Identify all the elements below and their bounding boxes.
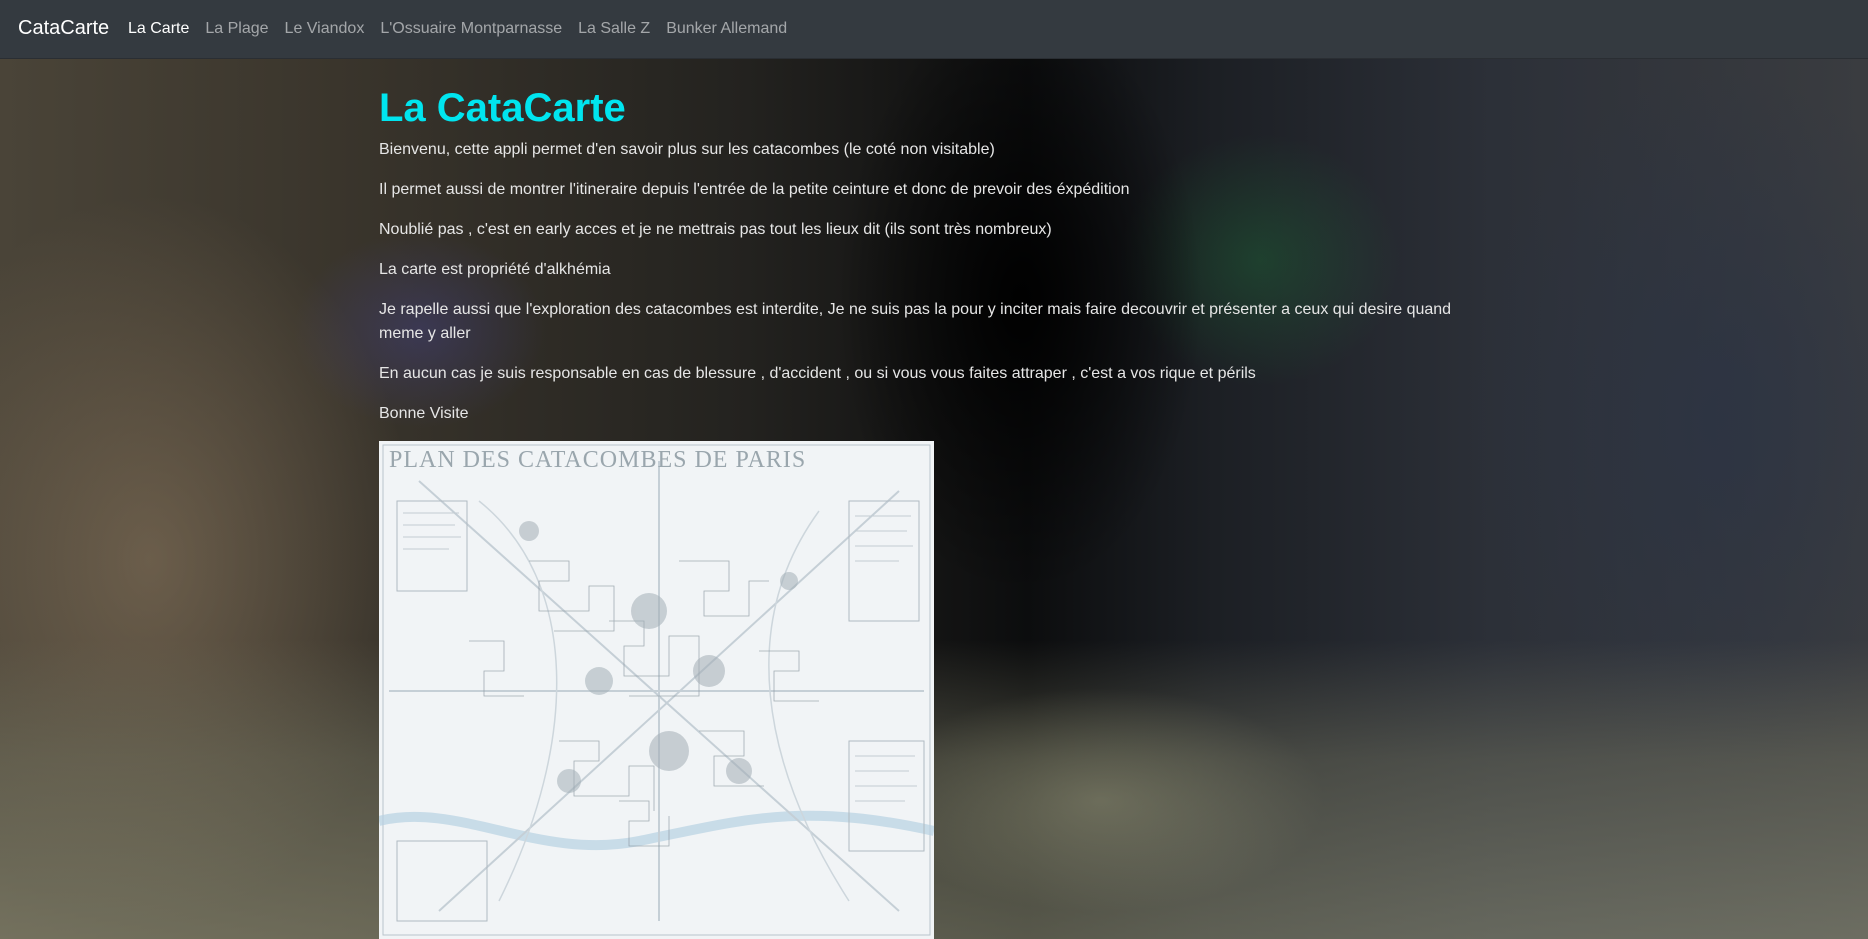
main-content: La CataCarte Bienvenu, cette appli perme…	[379, 86, 1489, 442]
warning-paragraph: Je rapelle aussi que l'exploration des c…	[379, 301, 1452, 342]
nav-link-la-plage[interactable]: La Plage	[205, 20, 268, 37]
map-title: PLAN DES CATACOMBES DE PARIS	[389, 447, 807, 473]
map-drawing	[379, 441, 934, 939]
nav-link-le-viandox[interactable]: Le Viandox	[285, 20, 365, 37]
disclaimer-paragraph: En aucun cas je suis responsable en cas …	[379, 365, 1256, 382]
navbar: CataCarte La Carte La Plage Le Viandox L…	[0, 0, 1868, 59]
tunnel-water	[0, 640, 1868, 939]
brand-link[interactable]: CataCarte	[18, 17, 109, 40]
page-title: La CataCarte	[379, 86, 626, 130]
intro-paragraph: Bienvenu, cette appli permet d'en savoir…	[379, 141, 995, 158]
nav-link-salle-z[interactable]: La Salle Z	[578, 20, 650, 37]
itinerary-paragraph: Il permet aussi de montrer l'itineraire …	[379, 181, 1130, 198]
nav-link-bunker-allemand[interactable]: Bunker Allemand	[666, 20, 787, 37]
catacombs-map-image: PLAN DES CATACOMBES DE PARIS	[379, 441, 934, 939]
map-credit-paragraph: La carte est propriété d'alkhémia	[379, 261, 611, 278]
nav-link-la-carte[interactable]: La Carte	[128, 20, 189, 37]
nav-links: La Carte La Plage Le Viandox L'Ossuaire …	[128, 20, 787, 38]
goodbye-paragraph: Bonne Visite	[379, 405, 469, 422]
nav-link-ossuaire-montparnasse[interactable]: L'Ossuaire Montparnasse	[380, 20, 562, 37]
early-access-paragraph: Noublié pas , c'est en early acces et je…	[379, 221, 1052, 238]
